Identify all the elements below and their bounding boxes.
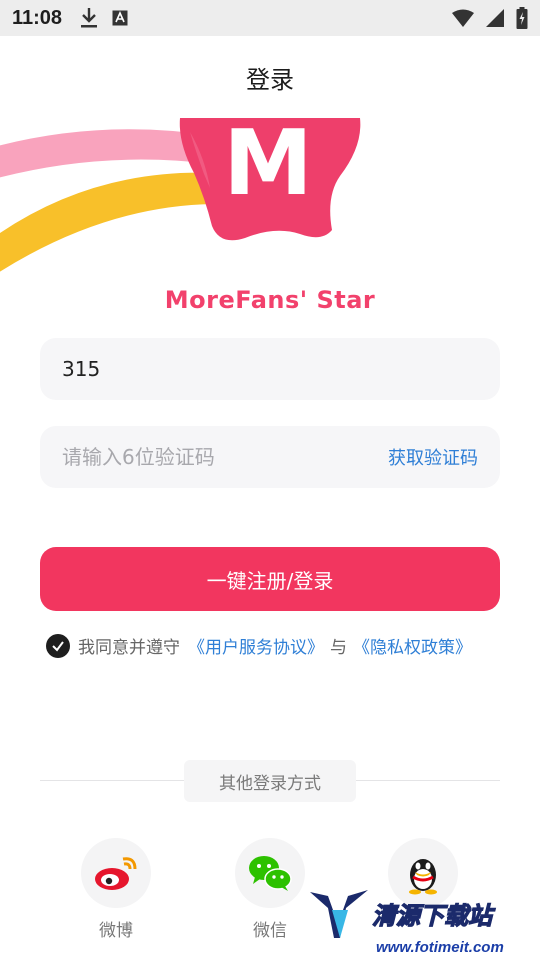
divider-right — [356, 780, 500, 781]
signal-icon — [486, 9, 504, 27]
app-logo: M — [0, 118, 361, 272]
login-button[interactable]: 一键注册/登录 — [40, 547, 500, 611]
privacy-policy-link[interactable]: 《隐私权政策》 — [353, 633, 472, 658]
wifi-icon — [452, 9, 474, 27]
phone-field[interactable] — [40, 338, 500, 400]
phone-input[interactable] — [62, 357, 478, 381]
wechat-login[interactable]: 微信 — [235, 838, 305, 941]
watermark-url: www.fotimeit.com — [376, 939, 504, 956]
weibo-login[interactable]: 微博 — [81, 838, 151, 941]
wechat-icon — [249, 856, 292, 891]
status-time: 11:08 — [12, 6, 63, 29]
weibo-login-button[interactable] — [81, 838, 151, 908]
verification-code-input[interactable] — [62, 445, 380, 469]
logo-letter: M — [223, 118, 313, 216]
agree-and: 与 — [330, 638, 347, 658]
battery-icon — [516, 7, 528, 29]
status-bar: 11:08 — [0, 0, 540, 36]
check-icon — [52, 640, 64, 652]
logo-swoosh-yellow — [0, 172, 215, 272]
agree-checkbox[interactable] — [46, 633, 70, 658]
site-watermark: 清源下载站 www.fotimeit.com — [310, 890, 504, 956]
brand-name: MoreFans' Star — [164, 286, 376, 314]
other-login-label: 其他登录方式 — [184, 760, 356, 802]
wechat-login-button[interactable] — [235, 838, 305, 908]
weibo-icon — [95, 857, 137, 890]
user-agreement-link[interactable]: 《用户服务协议》 — [188, 633, 324, 658]
code-field[interactable]: 获取验证码 — [40, 426, 500, 488]
wechat-label: 微信 — [253, 921, 287, 941]
get-code-button[interactable]: 获取验证码 — [388, 444, 478, 470]
watermark-text: 清源下载站 — [372, 902, 496, 930]
divider-left — [40, 780, 184, 781]
download-icon — [81, 8, 98, 28]
weibo-label: 微博 — [99, 921, 133, 941]
agree-prefix: 我同意并遵守 — [78, 638, 180, 658]
page-title: 登录 — [246, 66, 294, 94]
keyboard-a-icon — [112, 10, 128, 26]
agreement-row: 我同意并遵守 《用户服务协议》 与 《隐私权政策》 — [46, 633, 472, 658]
